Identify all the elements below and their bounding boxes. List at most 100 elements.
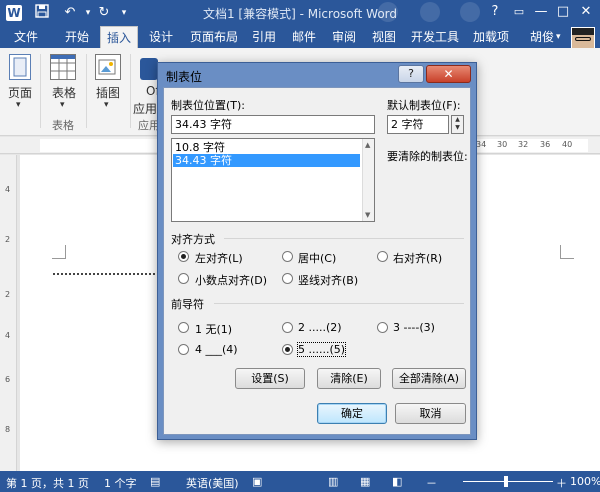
chevron-down-icon[interactable]: ▾	[104, 100, 109, 110]
clear-button[interactable]: 清除(E)	[317, 368, 381, 389]
spin-up-icon[interactable]: ▲	[452, 116, 463, 124]
ruler-number: 30	[497, 140, 508, 149]
vruler-number: 2	[5, 235, 11, 244]
tab-view[interactable]: 视图	[366, 26, 402, 48]
print-layout-icon[interactable]: ▦	[360, 475, 370, 488]
page-count[interactable]: 第 1 页，共 1 页	[6, 475, 89, 491]
leader-dashes-label[interactable]: 3 ----(3)	[393, 321, 435, 334]
align-right-label[interactable]: 右对齐(R)	[393, 250, 442, 266]
spin-down-icon[interactable]: ▼	[452, 124, 463, 132]
align-center-radio[interactable]	[282, 251, 293, 262]
leader-none-radio[interactable]	[178, 322, 189, 333]
tabs-dialog: 制表位 ? ✕ 制表位位置(T): 34.43 字符 10.8 字符 34.43…	[157, 62, 477, 440]
default-tab-spinner[interactable]: ▲ ▼	[451, 115, 464, 134]
illustration-button-label[interactable]: 插图	[96, 84, 120, 101]
pages-icon[interactable]	[9, 54, 31, 80]
default-tab-input[interactable]: 2 字符	[387, 115, 449, 134]
zoom-in-button[interactable]: ＋	[556, 475, 567, 491]
read-mode-icon[interactable]: ▥	[328, 475, 338, 488]
align-center-label[interactable]: 居中(C)	[298, 250, 336, 266]
ok-button[interactable]: 确定	[317, 403, 387, 424]
user-name[interactable]: 胡俊	[530, 26, 554, 48]
status-bar: 第 1 页，共 1 页 1 个字 ▤ 英语(美国) ▣ ▥ ▦ ◧ － ＋ 10…	[0, 471, 600, 492]
align-right-radio[interactable]	[377, 251, 388, 262]
leader-underline-radio[interactable]	[178, 344, 189, 355]
list-item[interactable]: 10.8 字符	[173, 141, 360, 154]
vruler-number: 4	[5, 331, 11, 340]
zoom-slider-thumb[interactable]	[504, 476, 508, 487]
tab-addins[interactable]: 加载项	[468, 26, 514, 48]
leader-dots-radio[interactable]	[282, 322, 293, 333]
tab-review[interactable]: 审阅	[326, 26, 362, 48]
ribbon-separator	[40, 54, 41, 128]
leader-section-title: 前导符	[171, 298, 204, 311]
cancel-button[interactable]: 取消	[395, 403, 466, 424]
vertical-ruler: 4 2 2 4 6 8	[0, 155, 17, 471]
tab-insert[interactable]: 插入	[100, 26, 138, 48]
scroll-down-icon[interactable]: ▼	[365, 211, 370, 219]
list-scrollbar[interactable]: ▲ ▼	[362, 139, 374, 221]
align-left-radio[interactable]	[178, 251, 189, 262]
proofing-icon[interactable]: ▤	[150, 475, 160, 488]
pages-button-label[interactable]: 页面	[8, 84, 32, 101]
ruler-number: 40	[562, 140, 573, 149]
tab-mailings[interactable]: 邮件	[286, 26, 322, 48]
tab-position-list[interactable]: 10.8 字符 34.43 字符 ▲ ▼	[171, 138, 375, 222]
ruler-number: 32	[518, 140, 529, 149]
leader-underline-label[interactable]: 4 ___(4)	[195, 343, 238, 356]
align-left-label[interactable]: 左对齐(L)	[195, 250, 243, 266]
align-decimal-radio[interactable]	[178, 273, 189, 284]
title-bar: W ↶ ▾ ↻ ▾ 文档1 [兼容模式] - Microsoft Word ? …	[0, 0, 600, 26]
web-layout-icon[interactable]: ◧	[392, 475, 402, 488]
macro-record-icon[interactable]: ▣	[252, 475, 262, 488]
user-dropdown-icon[interactable]: ▾	[556, 26, 561, 48]
table-button-label[interactable]: 表格	[52, 84, 76, 101]
table-icon[interactable]	[50, 54, 76, 80]
zoom-out-button[interactable]: －	[426, 475, 437, 491]
office-store-icon[interactable]	[140, 58, 158, 80]
chevron-down-icon[interactable]: ▾	[60, 100, 65, 110]
apps-button-label[interactable]: 应用	[133, 100, 157, 117]
zoom-level[interactable]: 100%	[570, 475, 600, 488]
leader-middle-dots-radio[interactable]	[282, 344, 293, 355]
align-decimal-label[interactable]: 小数点对齐(D)	[195, 272, 267, 288]
tab-page-layout[interactable]: 页面布局	[186, 26, 242, 48]
close-button[interactable]: ✕	[575, 3, 597, 21]
ribbon-separator	[86, 54, 87, 128]
tab-references[interactable]: 引用	[246, 26, 282, 48]
chevron-down-icon[interactable]: ▾	[16, 100, 21, 110]
leader-dots-label[interactable]: 2 .....(2)	[298, 321, 342, 334]
zoom-slider-track[interactable]	[463, 481, 553, 482]
align-bar-radio[interactable]	[282, 273, 293, 284]
language-indicator[interactable]: 英语(美国)	[186, 475, 239, 491]
set-button[interactable]: 设置(S)	[235, 368, 305, 389]
dialog-close-button[interactable]: ✕	[426, 65, 471, 83]
maximize-button[interactable]: □	[552, 3, 574, 21]
help-icon[interactable]: ?	[484, 3, 506, 21]
leader-middle-dots-label[interactable]: 5 ......(5)	[296, 342, 347, 357]
list-item-selected[interactable]: 34.43 字符	[173, 154, 360, 167]
clear-all-button[interactable]: 全部清除(A)	[392, 368, 466, 389]
crop-mark	[52, 245, 66, 259]
tab-home[interactable]: 开始	[58, 26, 96, 48]
align-bar-label[interactable]: 竖线对齐(B)	[298, 272, 358, 288]
leader-dashes-radio[interactable]	[377, 322, 388, 333]
tab-design[interactable]: 设计	[142, 26, 180, 48]
leader-none-label[interactable]: 1 无(1)	[195, 321, 232, 337]
vruler-number: 8	[5, 425, 11, 434]
ribbon-tabs: 文件 开始 插入 设计 页面布局 引用 邮件 审阅 视图 开发工具 加载项 胡俊…	[0, 26, 600, 48]
section-divider	[214, 303, 464, 304]
ribbon-display-icon[interactable]: ▭	[508, 3, 530, 21]
avatar[interactable]	[571, 27, 595, 49]
vruler-number: 2	[5, 290, 11, 299]
word-count[interactable]: 1 个字	[104, 475, 137, 491]
dialog-help-button[interactable]: ?	[398, 65, 424, 83]
minimize-button[interactable]: —	[530, 3, 552, 21]
tab-developer[interactable]: 开发工具	[406, 26, 464, 48]
dotted-leader-line	[53, 273, 163, 275]
scroll-up-icon[interactable]: ▲	[365, 141, 370, 149]
illustration-icon[interactable]	[95, 54, 121, 80]
tab-position-input[interactable]: 34.43 字符	[171, 115, 375, 134]
tab-file[interactable]: 文件	[0, 26, 52, 48]
ruler-number: 36	[540, 140, 551, 149]
